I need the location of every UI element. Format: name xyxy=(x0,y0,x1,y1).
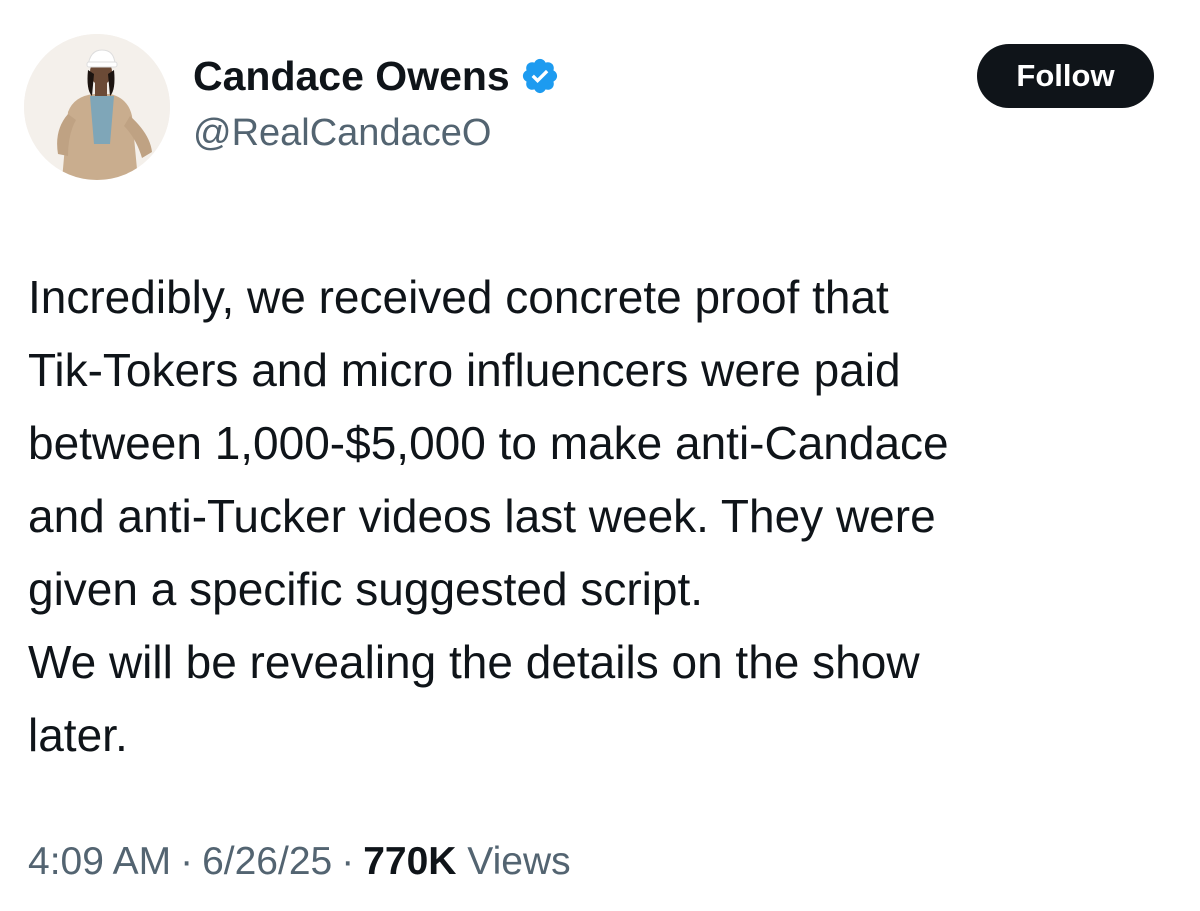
meta-separator: · xyxy=(180,840,194,883)
author-name-row: Candace Owens xyxy=(193,52,560,100)
tweet-time[interactable]: 4:09 AM xyxy=(28,840,171,883)
avatar-image xyxy=(24,34,170,180)
tweet-meta: 4:09 AM · 6/26/25 · 770K Views xyxy=(28,840,571,884)
tweet-text-line: Incredibly, we received concrete proof t… xyxy=(28,271,889,323)
tweet-card: Candace Owens @RealCandaceO Follow Incre… xyxy=(0,0,1200,911)
follow-button[interactable]: Follow xyxy=(977,44,1154,108)
tweet-text-line: given a specific suggested script. xyxy=(28,563,704,615)
author-handle[interactable]: @RealCandaceO xyxy=(193,112,491,155)
author-display-name[interactable]: Candace Owens xyxy=(193,53,510,100)
meta-separator: · xyxy=(341,840,355,883)
tweet-text-line: between 1,000-$5,000 to make anti-Candac… xyxy=(28,417,949,469)
tweet-text-line: We will be revealing the details on the … xyxy=(28,636,920,688)
verified-badge-icon[interactable] xyxy=(520,56,560,96)
views-count: 770K xyxy=(363,840,457,883)
tweet-date[interactable]: 6/26/25 xyxy=(202,840,332,883)
tweet-text-line: later. xyxy=(28,709,128,761)
tweet-text-line: and anti-Tucker videos last week. They w… xyxy=(28,490,936,542)
tweet-text-line: Tik-Tokers and micro influencers were pa… xyxy=(28,344,901,396)
tweet-text: Incredibly, we received concrete proof t… xyxy=(28,261,1188,772)
views-label: Views xyxy=(467,840,571,883)
avatar[interactable] xyxy=(24,34,170,180)
